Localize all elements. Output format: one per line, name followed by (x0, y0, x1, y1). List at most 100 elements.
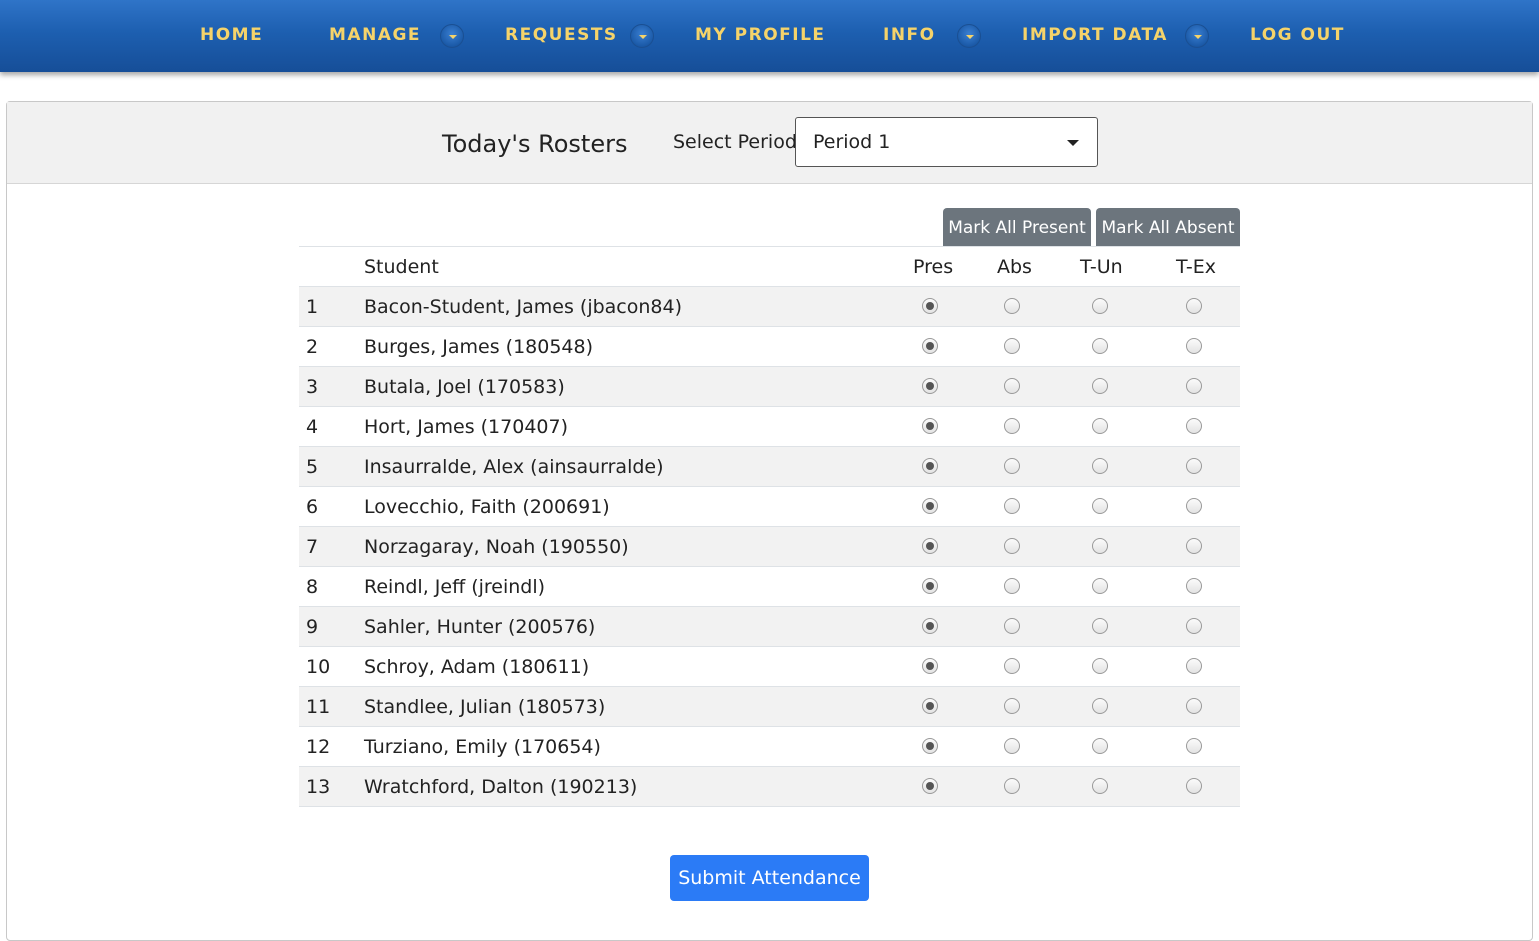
radio-absent[interactable] (1004, 778, 1020, 794)
radio-tardy-excused[interactable] (1186, 498, 1202, 514)
radio-present[interactable] (922, 578, 938, 594)
student-name: Schroy, Adam (180611) (364, 656, 590, 678)
radio-tardy-excused[interactable] (1186, 418, 1202, 434)
table-row: 7 Norzagaray, Noah (190550) (299, 527, 1240, 567)
column-header-tardy-unexcused: T-Un (1080, 256, 1123, 278)
table-row: 1 Bacon-Student, James (jbacon84) (299, 287, 1240, 327)
period-select-value: Period 1 (813, 131, 891, 153)
radio-tardy-excused[interactable] (1186, 458, 1202, 474)
row-number: 2 (306, 336, 319, 358)
radio-absent[interactable] (1004, 378, 1020, 394)
student-name: Bacon-Student, James (jbacon84) (364, 296, 682, 318)
table-row: 12 Turziano, Emily (170654) (299, 727, 1240, 767)
student-name: Turziano, Emily (170654) (364, 736, 601, 758)
mark-all-absent-button[interactable]: Mark All Absent (1096, 208, 1240, 246)
radio-present[interactable] (922, 458, 938, 474)
student-name: Wratchford, Dalton (190213) (364, 776, 638, 798)
table-body: 1 Bacon-Student, James (jbacon84) 2 Burges,… (299, 287, 1240, 807)
student-name: Burges, James (180548) (364, 336, 594, 358)
nav-log-out[interactable]: LOG OUT (1250, 0, 1345, 72)
radio-absent[interactable] (1004, 298, 1020, 314)
radio-present[interactable] (922, 498, 938, 514)
student-name: Insaurralde, Alex (ainsaurralde) (364, 456, 664, 478)
radio-tardy-excused[interactable] (1186, 538, 1202, 554)
row-number: 10 (306, 656, 331, 678)
radio-absent[interactable] (1004, 418, 1020, 434)
row-number: 12 (306, 736, 331, 758)
radio-tardy-excused[interactable] (1186, 738, 1202, 754)
radio-present[interactable] (922, 298, 938, 314)
nav-my-profile[interactable]: MY PROFILE (695, 0, 826, 72)
radio-tardy-unexcused[interactable] (1092, 538, 1108, 554)
radio-tardy-unexcused[interactable] (1092, 458, 1108, 474)
radio-present[interactable] (922, 418, 938, 434)
radio-present[interactable] (922, 618, 938, 634)
radio-absent[interactable] (1004, 338, 1020, 354)
radio-tardy-unexcused[interactable] (1092, 578, 1108, 594)
table-header-row: Student Pres Abs T-Un T-Ex (299, 246, 1240, 287)
radio-tardy-excused[interactable] (1186, 338, 1202, 354)
nav-manage[interactable]: MANAGE (329, 0, 421, 72)
radio-absent[interactable] (1004, 578, 1020, 594)
row-number: 5 (306, 456, 319, 478)
period-select-label: Select Period: (673, 131, 804, 153)
student-name: Standlee, Julian (180573) (364, 696, 606, 718)
period-select[interactable]: Period 1 (795, 117, 1098, 167)
table-row: 9 Sahler, Hunter (200576) (299, 607, 1240, 647)
radio-tardy-unexcused[interactable] (1092, 338, 1108, 354)
manage-dropdown-caret-icon[interactable] (440, 24, 464, 48)
radio-absent[interactable] (1004, 698, 1020, 714)
radio-tardy-excused[interactable] (1186, 778, 1202, 794)
radio-absent[interactable] (1004, 618, 1020, 634)
radio-present[interactable] (922, 738, 938, 754)
radio-present[interactable] (922, 778, 938, 794)
row-number: 13 (306, 776, 331, 798)
radio-tardy-excused[interactable] (1186, 698, 1202, 714)
table-row: 2 Burges, James (180548) (299, 327, 1240, 367)
radio-present[interactable] (922, 698, 938, 714)
student-name: Reindl, Jeff (jreindl) (364, 576, 546, 598)
radio-tardy-unexcused[interactable] (1092, 738, 1108, 754)
radio-absent[interactable] (1004, 738, 1020, 754)
nav-requests[interactable]: REQUESTS (505, 0, 618, 72)
roster-table: Student Pres Abs T-Un T-Ex 1 Bacon-Studen… (299, 246, 1240, 807)
radio-tardy-excused[interactable] (1186, 618, 1202, 634)
radio-tardy-unexcused[interactable] (1092, 698, 1108, 714)
radio-absent[interactable] (1004, 538, 1020, 554)
radio-present[interactable] (922, 658, 938, 674)
table-row: 10 Schroy, Adam (180611) (299, 647, 1240, 687)
radio-tardy-unexcused[interactable] (1092, 298, 1108, 314)
student-name: Butala, Joel (170583) (364, 376, 565, 398)
submit-attendance-button[interactable]: Submit Attendance (670, 855, 869, 901)
nav-import-data[interactable]: IMPORT DATA (1022, 0, 1168, 72)
nav-home[interactable]: HOME (200, 0, 263, 72)
radio-present[interactable] (922, 538, 938, 554)
radio-present[interactable] (922, 338, 938, 354)
nav-info[interactable]: INFO (883, 0, 936, 72)
page-title: Today's Rosters (442, 130, 628, 158)
radio-tardy-excused[interactable] (1186, 378, 1202, 394)
radio-tardy-unexcused[interactable] (1092, 778, 1108, 794)
import-data-dropdown-caret-icon[interactable] (1185, 24, 1209, 48)
radio-tardy-unexcused[interactable] (1092, 498, 1108, 514)
mark-all-present-button[interactable]: Mark All Present (943, 208, 1091, 246)
info-dropdown-caret-icon[interactable] (957, 24, 981, 48)
radio-tardy-unexcused[interactable] (1092, 658, 1108, 674)
radio-present[interactable] (922, 378, 938, 394)
column-header-student: Student (364, 256, 439, 278)
radio-absent[interactable] (1004, 498, 1020, 514)
student-name: Lovecchio, Faith (200691) (364, 496, 610, 518)
requests-dropdown-caret-icon[interactable] (630, 24, 654, 48)
radio-tardy-unexcused[interactable] (1092, 418, 1108, 434)
card-header: Today's Rosters Select Period: Period 1 (7, 102, 1532, 184)
radio-tardy-unexcused[interactable] (1092, 618, 1108, 634)
radio-tardy-excused[interactable] (1186, 298, 1202, 314)
radio-absent[interactable] (1004, 458, 1020, 474)
radio-absent[interactable] (1004, 658, 1020, 674)
radio-tardy-excused[interactable] (1186, 658, 1202, 674)
top-navbar: HOME MANAGE REQUESTS MY PROFILE INFO IMP… (0, 0, 1539, 72)
column-header-absent: Abs (997, 256, 1032, 278)
radio-tardy-unexcused[interactable] (1092, 378, 1108, 394)
radio-tardy-excused[interactable] (1186, 578, 1202, 594)
row-number: 6 (306, 496, 319, 518)
